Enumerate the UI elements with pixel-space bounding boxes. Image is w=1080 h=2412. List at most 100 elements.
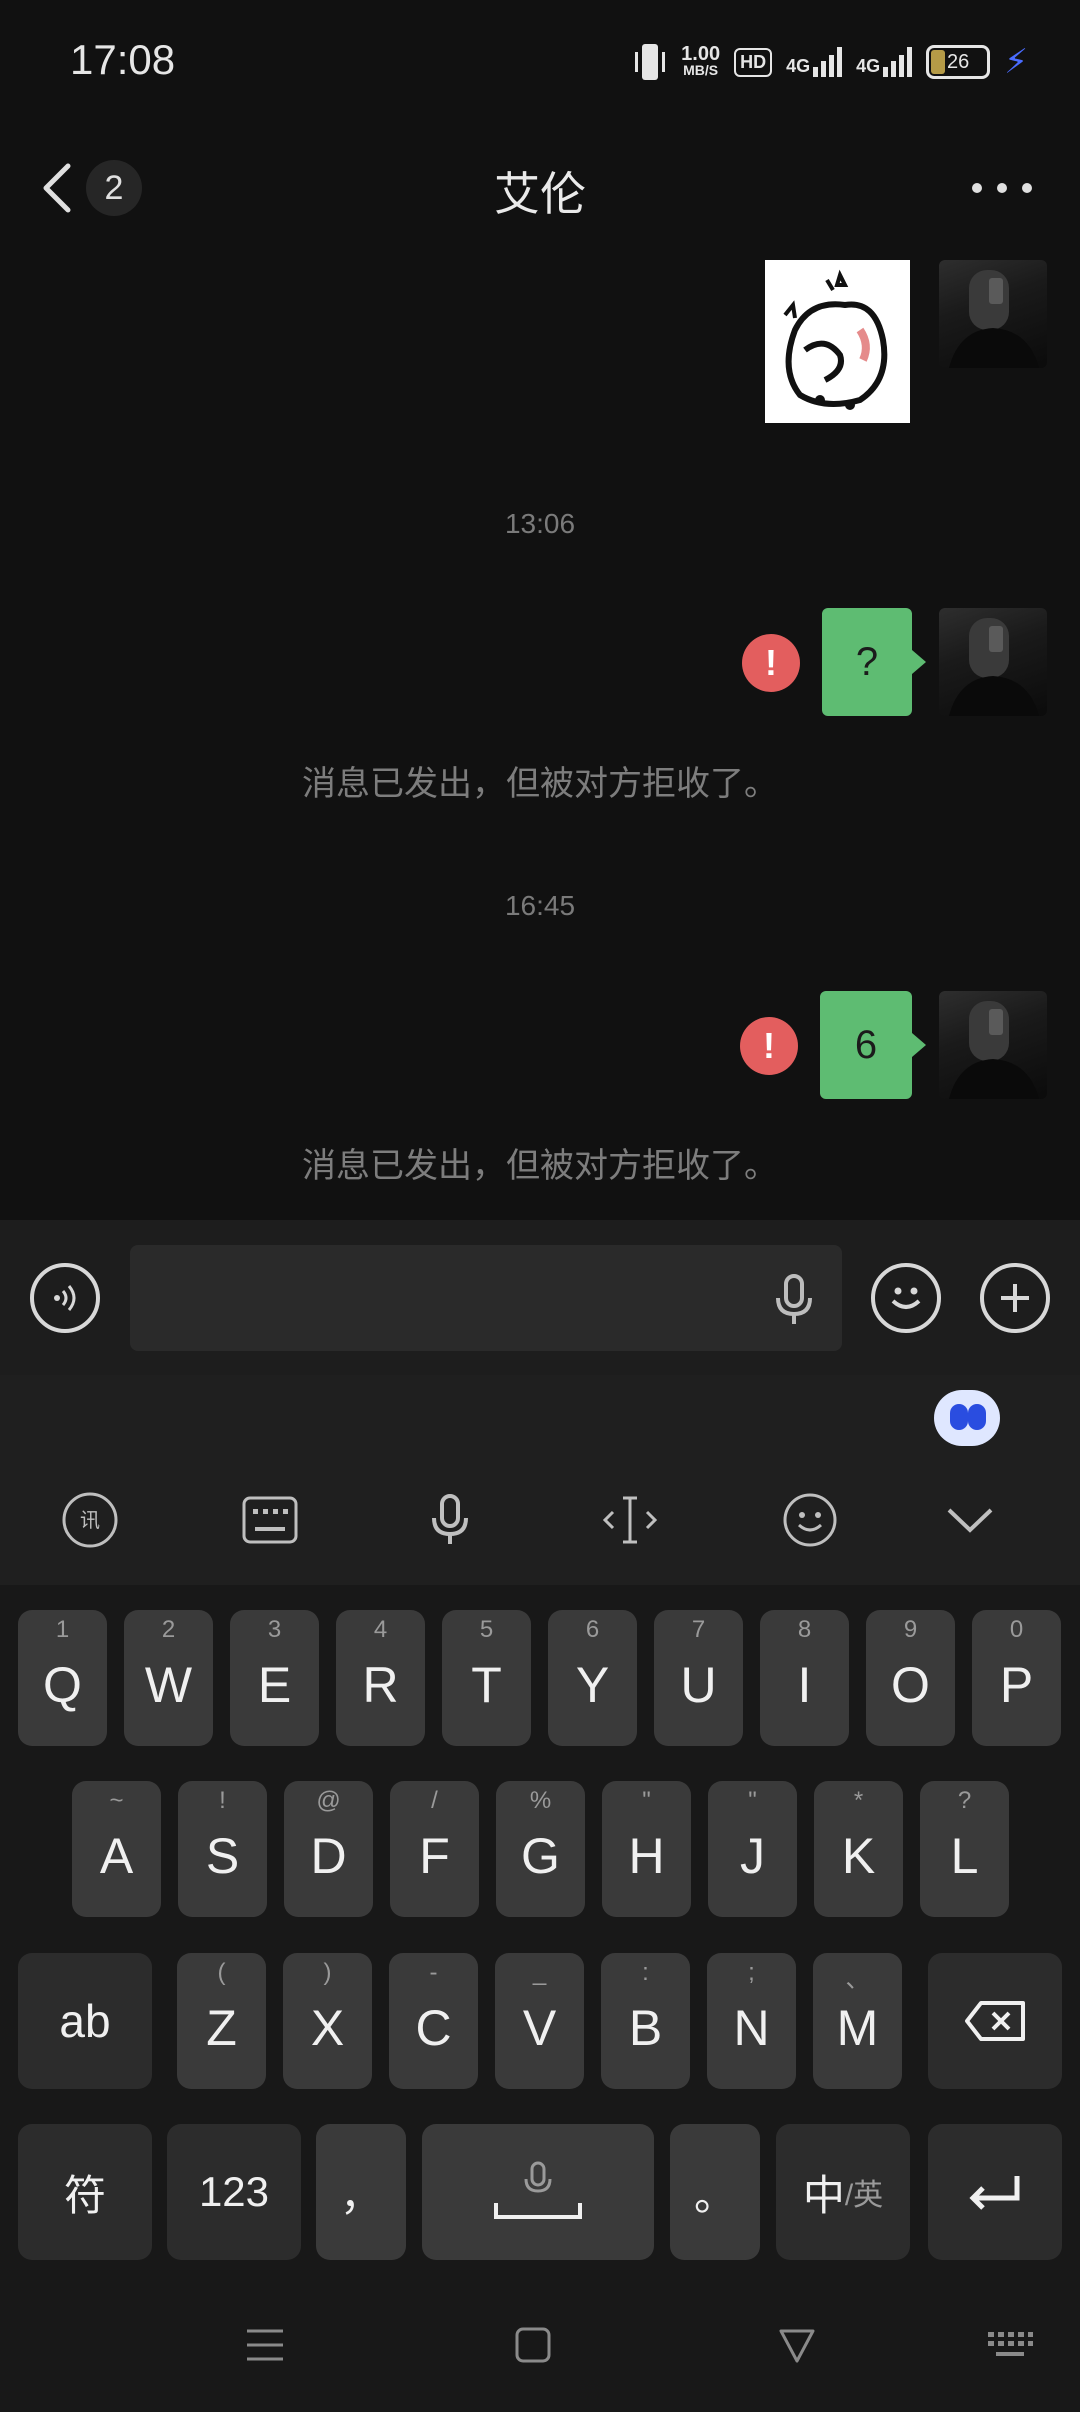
key-z[interactable]: (Z [177,1953,266,2089]
key-j[interactable]: " J [708,1781,797,1917]
key-hint: 3 [267,1616,282,1643]
cursor-icon[interactable] [600,1492,660,1548]
key-a[interactable]: ~ A [72,1781,161,1917]
avatar[interactable] [939,260,1047,368]
keyboard-toolbar [0,1375,1080,1585]
cat-sticker-icon [783,269,888,410]
key-w[interactable]: 2W [124,1610,213,1746]
key-hint: 1 [55,1616,70,1643]
hide-keyboard-icon[interactable] [940,1492,1000,1548]
key-q[interactable]: 1Q [18,1610,107,1746]
home-nav-icon[interactable] [508,2320,558,2370]
key-i[interactable]: 8I [760,1610,849,1746]
key-r[interactable]: 4R [336,1610,425,1746]
key-label: P [999,1657,1034,1713]
key-label: T [471,1657,502,1713]
comma-key[interactable]: ， [316,2124,406,2260]
voice-input-icon[interactable] [420,1492,480,1548]
key-label-en: /英 [844,2179,884,2212]
key-l[interactable]: ? L [920,1781,1009,1917]
enter-key[interactable] [928,2124,1062,2260]
key-p[interactable]: 0P [972,1610,1061,1746]
key-label: 。 [693,2171,736,2219]
battery-icon: 26 [926,45,991,79]
key-k[interactable]: * K [814,1781,903,1917]
key-label: O [891,1657,930,1713]
key-x[interactable]: ) X [283,1953,372,2089]
key-hint: ~ [109,1787,124,1814]
key-hint: * [853,1787,864,1814]
dot-icon [972,183,982,193]
signal-icon: 4G [786,47,843,77]
key-hint: ( [217,1959,226,1986]
key-d[interactable]: @ D [284,1781,373,1917]
key-hint: @ [316,1787,341,1814]
key-t[interactable]: 5T [442,1610,531,1746]
key-f[interactable]: / F [390,1781,479,1917]
key-hint: 0 [1009,1616,1024,1643]
period-key[interactable]: 。 [670,2124,760,2260]
key-b[interactable]: :B [601,1953,690,2089]
key-hint: 、 [845,1966,870,1993]
keyboard-nav-icon[interactable] [985,2320,1035,2370]
space-mic-icon [494,2161,582,2219]
svg-text:讯: 讯 [80,1508,100,1532]
emoji-button[interactable] [871,1263,941,1333]
key-m[interactable]: 、 M [813,1953,902,2089]
backspace-key[interactable] [928,1953,1062,2089]
assistant-mascot-icon[interactable] [934,1390,1000,1446]
key-label: I [797,1657,812,1713]
key-s[interactable]: ! S [178,1781,267,1917]
plus-icon [1001,1284,1029,1312]
key-ab[interactable]: ab [18,1953,152,2089]
signal-icon-2: 4G [856,47,913,77]
key-y[interactable]: 6Y [548,1610,637,1746]
symbol-key[interactable]: 符 [18,2124,152,2260]
avatar[interactable] [939,991,1047,1099]
key-label: ， [339,2171,382,2219]
send-failed-icon[interactable]: ! [740,1017,798,1075]
avatar-photo-icon [949,1001,1039,1099]
key-o[interactable]: 9O [866,1610,955,1746]
key-u[interactable]: 7U [654,1610,743,1746]
key-c[interactable]: -C [389,1953,478,2089]
net-speed: 1.00 MB/S [681,43,721,78]
emoji-keyboard-icon[interactable] [780,1492,840,1548]
key-label: W [144,1657,193,1713]
space-key[interactable] [422,2124,654,2260]
key-e[interactable]: 3E [230,1610,319,1746]
handwriting-icon[interactable]: 讯 [60,1492,120,1548]
chat-title: 艾伦 [494,168,586,220]
message-bubble[interactable]: 6 [820,991,912,1099]
key-label: C [415,2000,452,2056]
message-bubble[interactable]: ? [822,608,912,716]
key-label: H [628,1828,665,1884]
back-nav-icon[interactable] [772,2320,822,2370]
key-h[interactable]: " H [602,1781,691,1917]
menu-nav-icon[interactable] [240,2320,290,2370]
keyboard-layout-icon[interactable] [240,1492,300,1548]
charging-icon: ⚡ [1004,43,1028,81]
key-label: X [310,2000,345,2056]
key-label: F [419,1828,450,1884]
message-input[interactable] [130,1245,842,1351]
number-key[interactable]: 123 [167,2124,301,2260]
sticker-image[interactable] [765,260,910,423]
send-failed-icon[interactable]: ! [742,634,800,692]
key-n[interactable]: ; N [707,1953,796,2089]
bubble-tail [912,1033,926,1057]
voice-mode-button[interactable] [30,1263,100,1333]
key-hint: 8 [797,1616,812,1643]
language-key[interactable]: 中/英 [776,2124,910,2260]
microphone-icon [776,1274,812,1324]
add-button[interactable] [980,1263,1050,1333]
hd-icon: HD [734,47,773,77]
more-button[interactable] [972,168,1032,208]
key-label: A [99,1828,134,1884]
key-g[interactable]: % G [496,1781,585,1917]
key-v[interactable]: _ V [495,1953,584,2089]
key-hint: % [529,1787,552,1814]
key-label: U [680,1657,717,1713]
avatar[interactable] [939,608,1047,716]
mic-button[interactable] [770,1272,818,1328]
